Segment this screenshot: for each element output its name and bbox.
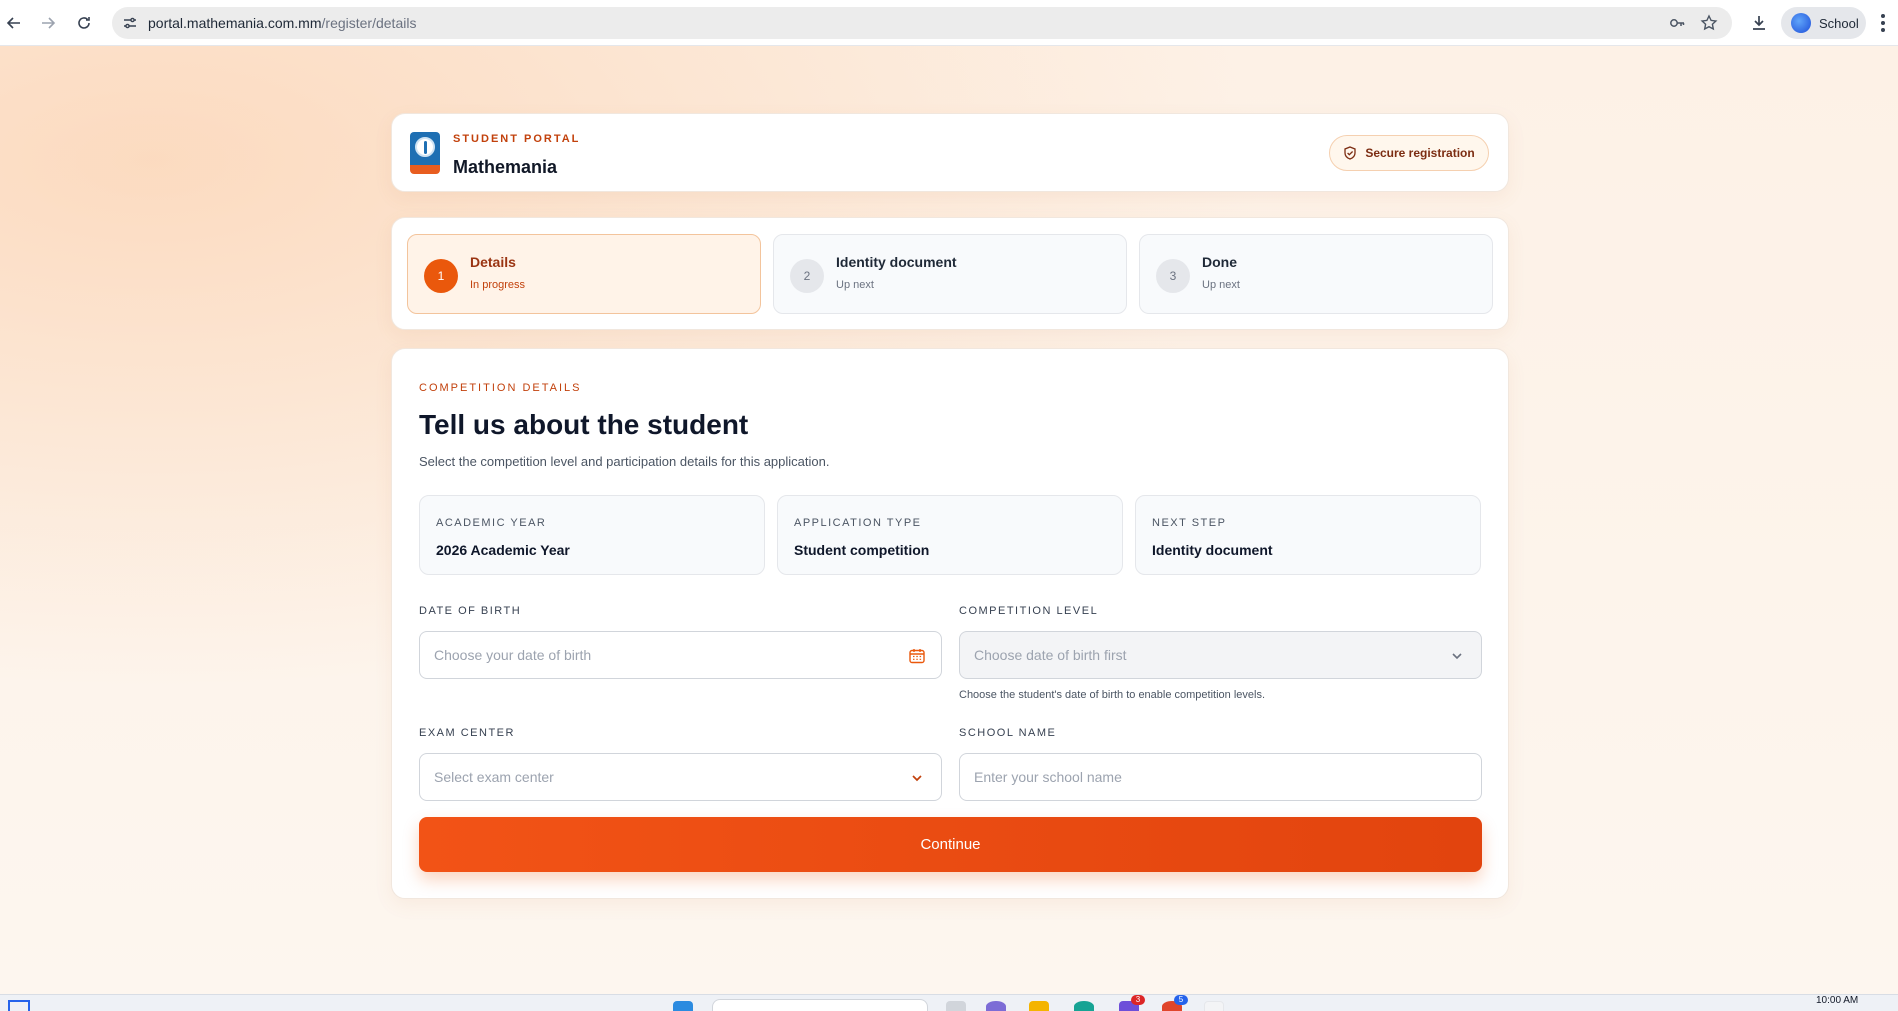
tile-label: NEXT STEP bbox=[1152, 517, 1227, 529]
os-taskbar: 3 5 10:00 AM bbox=[0, 994, 1898, 1011]
app-icon[interactable] bbox=[986, 1001, 1006, 1011]
competition-level-placeholder: Choose date of birth first bbox=[974, 647, 1127, 663]
widgets-icon[interactable] bbox=[8, 1000, 30, 1011]
secure-badge-label: Secure registration bbox=[1365, 146, 1475, 160]
info-tile-application-type: APPLICATION TYPE Student competition bbox=[777, 495, 1123, 575]
mathemania-logo bbox=[410, 132, 440, 174]
edge-icon[interactable] bbox=[1074, 1001, 1094, 1011]
address-bar[interactable]: portal.mathemania.com.mm/register/detail… bbox=[112, 7, 1732, 39]
arrow-right-icon bbox=[42, 17, 56, 29]
form-description: Select the competition level and partici… bbox=[419, 454, 830, 469]
exam-center-select[interactable]: Select exam center bbox=[419, 753, 942, 801]
step-done[interactable]: 3 Done Up next bbox=[1139, 234, 1493, 314]
chevron-down-icon bbox=[907, 768, 927, 788]
exam-center-placeholder: Select exam center bbox=[434, 769, 554, 785]
portal-header: STUDENT PORTAL Mathemania Secure registr… bbox=[391, 113, 1509, 192]
url-host: portal.mathemania.com.mm bbox=[148, 15, 322, 31]
taskbar-search-box[interactable] bbox=[712, 999, 928, 1011]
info-tile-academic-year: ACADEMIC YEAR 2026 Academic Year bbox=[419, 495, 765, 575]
step-number: 2 bbox=[790, 259, 824, 293]
step-details[interactable]: 1 Details In progress bbox=[407, 234, 761, 314]
calendar-app-icon[interactable] bbox=[1204, 1001, 1224, 1011]
download-icon[interactable] bbox=[1747, 11, 1771, 35]
form-eyebrow: COMPETITION DETAILS bbox=[419, 382, 582, 394]
info-tile-next-step: NEXT STEP Identity document bbox=[1135, 495, 1481, 575]
shield-check-icon bbox=[1344, 146, 1356, 160]
exam-center-label: EXAM CENTER bbox=[419, 727, 515, 739]
forward-button[interactable] bbox=[34, 9, 62, 37]
notification-badge: 3 bbox=[1131, 995, 1145, 1005]
step-number: 3 bbox=[1156, 259, 1190, 293]
step-status: In progress bbox=[470, 279, 526, 291]
password-key-icon[interactable] bbox=[1667, 13, 1687, 33]
bookmark-star-icon[interactable] bbox=[1699, 13, 1719, 33]
profile-avatar-icon bbox=[1791, 13, 1811, 33]
tile-value: 2026 Academic Year bbox=[436, 542, 570, 558]
step-identity-document[interactable]: 2 Identity document Up next bbox=[773, 234, 1127, 314]
file-explorer-icon[interactable] bbox=[1029, 1001, 1049, 1011]
reload-button[interactable] bbox=[70, 9, 98, 37]
date-of-birth-input[interactable]: Choose your date of birth bbox=[419, 631, 942, 679]
date-of-birth-placeholder: Choose your date of birth bbox=[434, 647, 592, 663]
file-icon[interactable] bbox=[946, 1001, 966, 1011]
arrow-left-icon bbox=[6, 17, 20, 29]
portal-eyebrow: STUDENT PORTAL bbox=[453, 133, 581, 145]
competition-level-label: COMPETITION LEVEL bbox=[959, 605, 1099, 617]
page-background: STUDENT PORTAL Mathemania Secure registr… bbox=[0, 46, 1898, 994]
tile-label: ACADEMIC YEAR bbox=[436, 517, 547, 529]
competition-details-form: COMPETITION DETAILS Tell us about the st… bbox=[391, 348, 1509, 899]
form-title: Tell us about the student bbox=[419, 409, 749, 440]
competition-level-select[interactable]: Choose date of birth first bbox=[959, 631, 1482, 679]
step-label: Identity document bbox=[836, 254, 957, 270]
school-name-input[interactable]: Enter your school name bbox=[959, 753, 1482, 801]
step-label: Done bbox=[1202, 254, 1237, 270]
date-of-birth-label: DATE OF BIRTH bbox=[419, 605, 522, 617]
portal-title: Mathemania bbox=[453, 157, 558, 177]
notification-badge: 5 bbox=[1174, 995, 1188, 1005]
site-settings-icon[interactable] bbox=[121, 14, 139, 32]
step-number: 1 bbox=[424, 259, 458, 293]
url-path: /register/details bbox=[321, 15, 417, 31]
secure-registration-badge: Secure registration bbox=[1329, 135, 1489, 171]
back-button[interactable] bbox=[0, 9, 28, 37]
step-status: Up next bbox=[1202, 279, 1240, 291]
browser-menu-icon[interactable] bbox=[1876, 12, 1890, 34]
school-name-label: SCHOOL NAME bbox=[959, 727, 1057, 739]
url-text: portal.mathemania.com.mm/register/detail… bbox=[148, 15, 416, 31]
profile-name: School bbox=[1819, 15, 1859, 31]
step-status: Up next bbox=[836, 279, 874, 291]
profile-button[interactable]: School bbox=[1781, 7, 1866, 39]
tile-label: APPLICATION TYPE bbox=[794, 517, 922, 529]
reload-icon bbox=[78, 17, 90, 29]
tile-value: Identity document bbox=[1152, 542, 1273, 558]
step-label: Details bbox=[470, 254, 516, 270]
browser-toolbar: portal.mathemania.com.mm/register/detail… bbox=[0, 0, 1898, 46]
tile-value: Student competition bbox=[794, 542, 930, 558]
windows-start-icon[interactable] bbox=[673, 1001, 693, 1011]
school-name-placeholder: Enter your school name bbox=[974, 769, 1122, 785]
chevron-down-icon bbox=[1447, 646, 1467, 666]
registration-stepper: 1 Details In progress 2 Identity documen… bbox=[391, 217, 1509, 330]
continue-button[interactable]: Continue bbox=[419, 817, 1482, 872]
competition-level-help: Choose the student's date of birth to en… bbox=[959, 689, 1266, 701]
calendar-icon[interactable] bbox=[907, 646, 927, 666]
taskbar-clock: 10:00 AM bbox=[1816, 995, 1859, 1006]
